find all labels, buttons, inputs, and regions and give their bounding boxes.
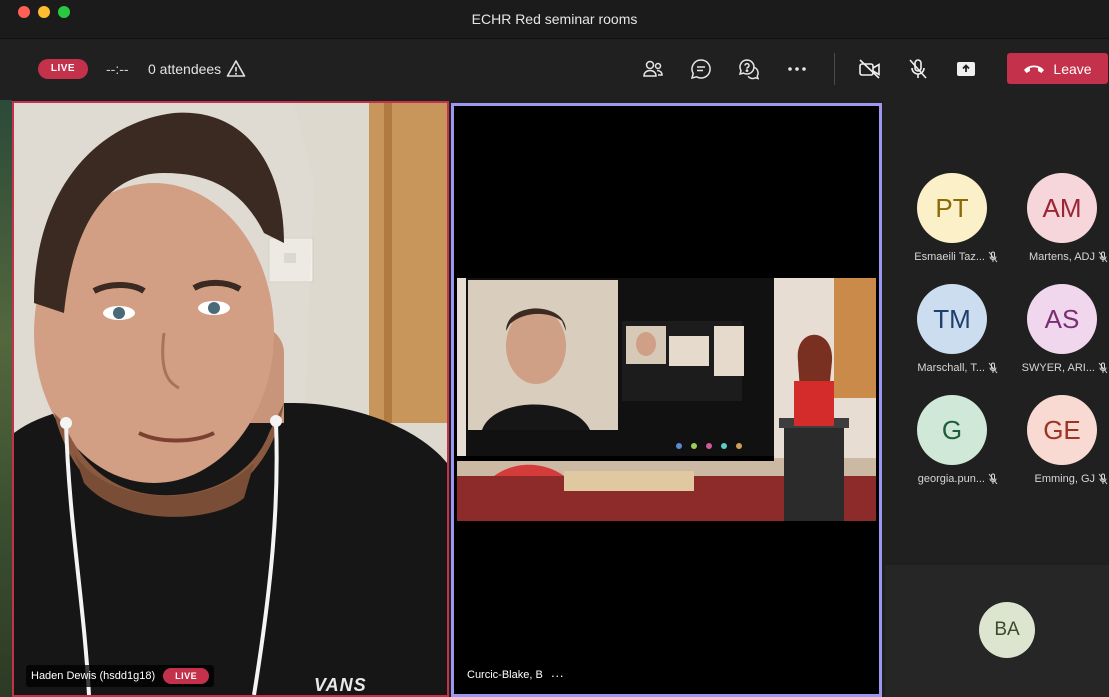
avatar: G: [917, 395, 987, 465]
window-title: ECHR Red seminar rooms: [471, 11, 638, 27]
shared-screen-video: [454, 106, 879, 694]
muted-mic-icon: [1098, 251, 1108, 263]
attendee-count: 0 attendees: [148, 61, 222, 77]
participant-card[interactable]: GE Emming, GJ: [995, 395, 1108, 505]
participant-name: Marschall, T...: [917, 362, 985, 374]
avatar: GE: [1027, 395, 1097, 465]
participant-gallery: PT Esmaeili Taz... AM Martens, ADJ TM Ma…: [885, 100, 1109, 562]
avatar: PT: [917, 173, 987, 243]
avatar: AS: [1027, 284, 1097, 354]
avatar: AM: [1027, 173, 1097, 243]
participant-name: Esmaeili Taz...: [914, 251, 985, 263]
participant-name: Emming, GJ: [1034, 473, 1095, 485]
muted-mic-icon: [1098, 473, 1108, 485]
phone-hangup-icon: [1024, 65, 1045, 73]
presenter-name: Curcic-Blake, B: [467, 669, 543, 681]
chat-icon[interactable]: [688, 56, 714, 82]
toolbar-divider: [834, 53, 835, 85]
overflow-participant-avatar[interactable]: BA: [979, 602, 1035, 658]
participant-card[interactable]: AM Martens, ADJ: [995, 173, 1108, 283]
participant-video: [14, 103, 447, 695]
leave-button[interactable]: Leave: [1007, 53, 1108, 84]
participants-icon[interactable]: [640, 56, 666, 82]
participant-name: georgia.pun...: [917, 473, 985, 485]
live-badge-tile: LIVE: [163, 668, 210, 684]
participant-card[interactable]: PT Esmaeili Taz...: [885, 173, 998, 283]
screen-share-name-tag: Curcic-Blake, B ···: [462, 664, 569, 686]
qa-icon[interactable]: [736, 56, 762, 82]
participant-name: Haden Dewis (hsdd1g18): [31, 670, 156, 682]
participant-card[interactable]: TM Marschall, T...: [885, 284, 998, 394]
more-options-icon[interactable]: [784, 56, 810, 82]
live-badge: LIVE: [38, 59, 88, 79]
mic-off-icon[interactable]: [905, 56, 931, 82]
tile-more-options-icon[interactable]: ···: [551, 668, 564, 683]
desktop-background-strip: [0, 100, 12, 697]
participant-card[interactable]: G georgia.pun...: [885, 395, 998, 505]
leave-label: Leave: [1053, 60, 1092, 77]
avatar: TM: [917, 284, 987, 354]
video-tile-speaker[interactable]: VANS Haden Dewis (hsdd1g18) LIVE: [12, 101, 449, 697]
meeting-timer: --:--: [106, 61, 129, 77]
warning-icon[interactable]: [226, 59, 246, 79]
shirt-logo: VANS: [314, 675, 367, 695]
participant-name: SWYER, ARI...: [1021, 362, 1095, 374]
participant-card[interactable]: AS SWYER, ARI...: [995, 284, 1108, 394]
camera-off-icon[interactable]: [857, 56, 883, 82]
video-tile-screen-share[interactable]: Curcic-Blake, B ···: [451, 103, 882, 697]
participant-name: Martens, ADJ: [1028, 251, 1095, 263]
participant-name-tag: Haden Dewis (hsdd1g18) LIVE: [26, 665, 215, 687]
title-bar: ECHR Red seminar rooms: [0, 0, 1109, 39]
muted-mic-icon: [1098, 362, 1108, 374]
share-tray-icon[interactable]: [953, 56, 979, 82]
meeting-toolbar: LIVE --:-- 0 attendees Leave: [0, 39, 1109, 100]
